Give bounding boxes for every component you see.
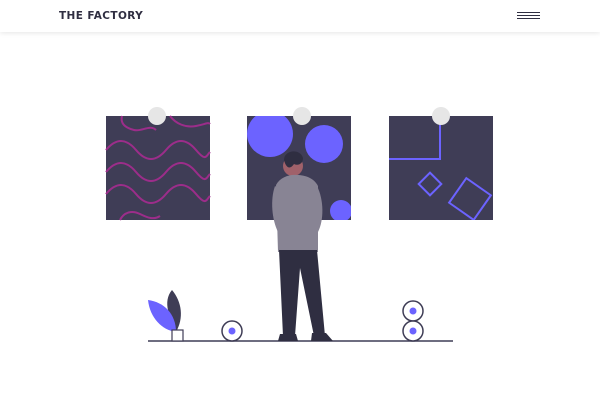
menu-line (517, 12, 540, 13)
plant (148, 290, 184, 342)
floor-light-left (221, 320, 243, 342)
brand-logo[interactable]: THE FACTORY (59, 10, 143, 22)
menu-line (517, 18, 540, 19)
floor-light-right (402, 300, 424, 342)
hero-section (0, 32, 600, 413)
artwork-geometric (389, 107, 493, 220)
hamburger-menu-icon[interactable] (516, 10, 542, 22)
artwork-waves (105, 107, 211, 221)
gallery-illustration (105, 107, 493, 342)
navbar: THE FACTORY (0, 0, 600, 32)
menu-line (517, 15, 540, 16)
